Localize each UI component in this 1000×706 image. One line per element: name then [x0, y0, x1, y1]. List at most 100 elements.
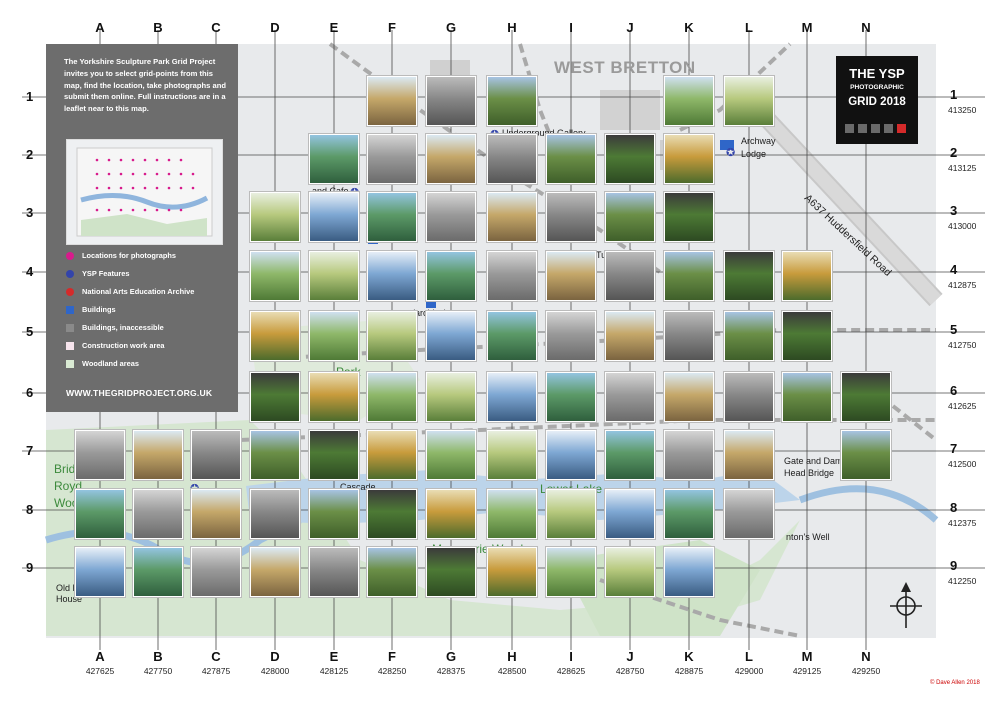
- photo-thumbnail[interactable]: [426, 311, 476, 361]
- photo-thumbnail[interactable]: [664, 372, 714, 422]
- photo-thumbnail[interactable]: [133, 430, 183, 480]
- photo-thumbnail[interactable]: [841, 372, 891, 422]
- photo-thumbnail[interactable]: [605, 547, 655, 597]
- photo-thumbnail[interactable]: [724, 372, 774, 422]
- photo-thumbnail[interactable]: [250, 547, 300, 597]
- column-label-top: A: [95, 20, 105, 35]
- photo-thumbnail[interactable]: [487, 489, 537, 539]
- photo-thumbnail[interactable]: [782, 372, 832, 422]
- photo-thumbnail[interactable]: [724, 489, 774, 539]
- photo-thumbnail[interactable]: [367, 489, 417, 539]
- photo-thumbnail[interactable]: [309, 134, 359, 184]
- photo-thumbnail[interactable]: [133, 547, 183, 597]
- column-label-bottom: H: [507, 649, 517, 664]
- photo-thumbnail[interactable]: [605, 134, 655, 184]
- photo-thumbnail[interactable]: [426, 489, 476, 539]
- photo-thumbnail[interactable]: [426, 430, 476, 480]
- photo-thumbnail[interactable]: [605, 251, 655, 301]
- photo-thumbnail[interactable]: [487, 192, 537, 242]
- photo-thumbnail[interactable]: [75, 547, 125, 597]
- photo-thumbnail[interactable]: [664, 547, 714, 597]
- photo-thumbnail[interactable]: [664, 489, 714, 539]
- photo-thumbnail[interactable]: [782, 251, 832, 301]
- column-label-bottom: E: [329, 649, 339, 664]
- photo-thumbnail[interactable]: [309, 547, 359, 597]
- title-block: THE YSP PHOTOGRAPHIC GRID 2018: [836, 56, 918, 144]
- photo-thumbnail[interactable]: [605, 430, 655, 480]
- website-link[interactable]: WWW.THEGRIDPROJECT.ORG.UK: [66, 388, 212, 398]
- photo-thumbnail[interactable]: [546, 192, 596, 242]
- photo-thumbnail[interactable]: [487, 134, 537, 184]
- photo-thumbnail[interactable]: [133, 489, 183, 539]
- photo-thumbnail[interactable]: [191, 489, 241, 539]
- photo-thumbnail[interactable]: [487, 372, 537, 422]
- photo-thumbnail[interactable]: [367, 192, 417, 242]
- photo-thumbnail[interactable]: [250, 430, 300, 480]
- photo-thumbnail[interactable]: [426, 372, 476, 422]
- photo-thumbnail[interactable]: [309, 192, 359, 242]
- photo-thumbnail[interactable]: [426, 134, 476, 184]
- photo-thumbnail[interactable]: [426, 251, 476, 301]
- column-label-top: L: [745, 20, 753, 35]
- photo-thumbnail[interactable]: [546, 430, 596, 480]
- photo-thumbnail[interactable]: [546, 372, 596, 422]
- photo-thumbnail[interactable]: [664, 134, 714, 184]
- photo-thumbnail[interactable]: [546, 547, 596, 597]
- photo-thumbnail[interactable]: [841, 430, 891, 480]
- photo-thumbnail[interactable]: [487, 430, 537, 480]
- photo-thumbnail[interactable]: [426, 192, 476, 242]
- photo-thumbnail[interactable]: [546, 489, 596, 539]
- photo-thumbnail[interactable]: [724, 76, 774, 126]
- column-label-bottom: L: [745, 649, 753, 664]
- info-panel: The Yorkshire Sculpture Park Grid Projec…: [46, 44, 238, 412]
- photo-thumbnail[interactable]: [605, 489, 655, 539]
- easting-label: 427750: [143, 666, 173, 676]
- photo-thumbnail[interactable]: [309, 311, 359, 361]
- photo-thumbnail[interactable]: [546, 251, 596, 301]
- photo-thumbnail[interactable]: [367, 311, 417, 361]
- photo-thumbnail[interactable]: [250, 192, 300, 242]
- photo-thumbnail[interactable]: [546, 311, 596, 361]
- photo-thumbnail[interactable]: [664, 430, 714, 480]
- archway-lodge-label: Archway: [741, 136, 776, 146]
- photo-thumbnail[interactable]: [75, 430, 125, 480]
- photo-thumbnail[interactable]: [724, 430, 774, 480]
- photo-thumbnail[interactable]: [664, 192, 714, 242]
- photo-thumbnail[interactable]: [487, 547, 537, 597]
- photo-thumbnail[interactable]: [487, 76, 537, 126]
- photo-thumbnail[interactable]: [191, 430, 241, 480]
- photo-thumbnail[interactable]: [250, 489, 300, 539]
- photo-thumbnail[interactable]: [367, 76, 417, 126]
- photo-thumbnail[interactable]: [782, 311, 832, 361]
- photo-thumbnail[interactable]: [250, 251, 300, 301]
- photo-thumbnail[interactable]: [426, 547, 476, 597]
- photo-thumbnail[interactable]: [309, 251, 359, 301]
- row-label-left: 3: [26, 205, 34, 220]
- photo-thumbnail[interactable]: [546, 134, 596, 184]
- photo-thumbnail[interactable]: [487, 311, 537, 361]
- photo-thumbnail[interactable]: [664, 76, 714, 126]
- photo-thumbnail[interactable]: [250, 311, 300, 361]
- photo-thumbnail[interactable]: [605, 192, 655, 242]
- photo-thumbnail[interactable]: [605, 372, 655, 422]
- photo-thumbnail[interactable]: [367, 251, 417, 301]
- photo-thumbnail[interactable]: [367, 547, 417, 597]
- photo-thumbnail[interactable]: [250, 372, 300, 422]
- photo-thumbnail[interactable]: [664, 251, 714, 301]
- photo-thumbnail[interactable]: [367, 372, 417, 422]
- photo-thumbnail[interactable]: [75, 489, 125, 539]
- photo-thumbnail[interactable]: [367, 430, 417, 480]
- star-icon: ✪: [726, 147, 735, 159]
- photo-thumbnail[interactable]: [309, 489, 359, 539]
- photo-thumbnail[interactable]: [724, 251, 774, 301]
- photo-thumbnail[interactable]: [309, 430, 359, 480]
- photo-thumbnail[interactable]: [724, 311, 774, 361]
- column-label-top: F: [388, 20, 396, 35]
- photo-thumbnail[interactable]: [367, 134, 417, 184]
- photo-thumbnail[interactable]: [605, 311, 655, 361]
- photo-thumbnail[interactable]: [664, 311, 714, 361]
- photo-thumbnail[interactable]: [309, 372, 359, 422]
- photo-thumbnail[interactable]: [191, 547, 241, 597]
- photo-thumbnail[interactable]: [426, 76, 476, 126]
- photo-thumbnail[interactable]: [487, 251, 537, 301]
